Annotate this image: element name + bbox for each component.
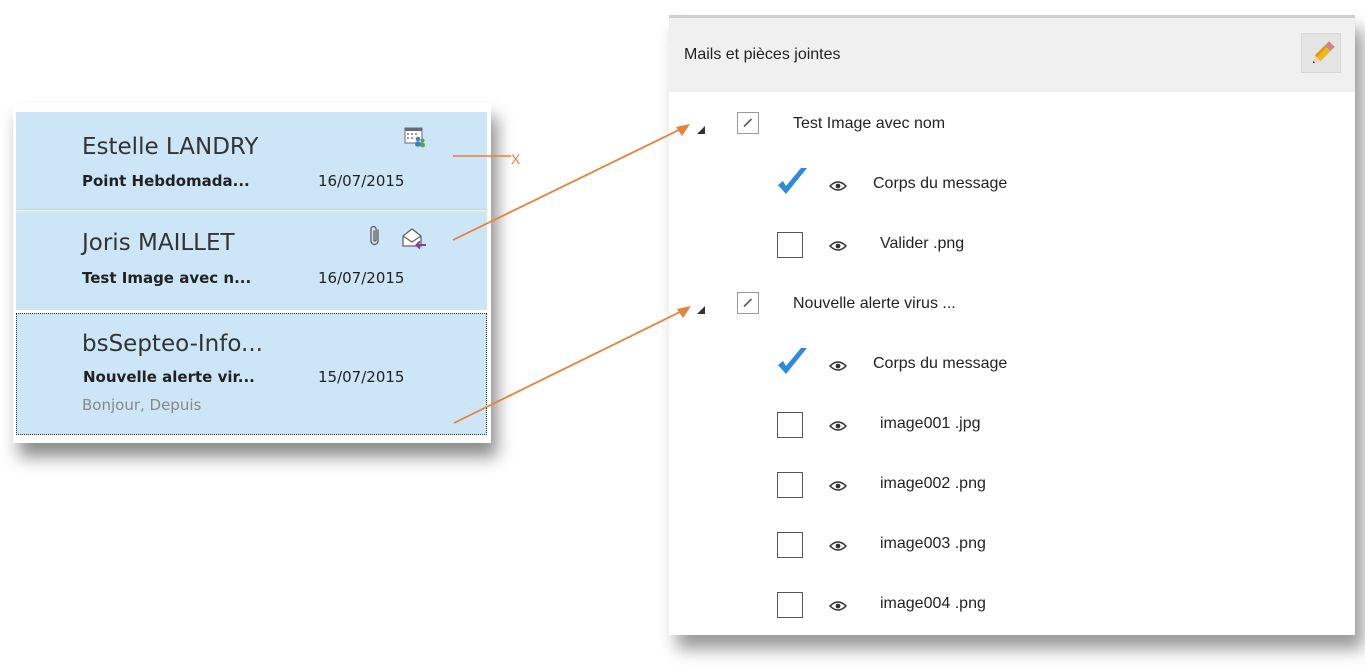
tree-group-1[interactable]: Test Image avec nom [669, 106, 1355, 146]
item-label: Corps du message [873, 355, 1008, 372]
eye-icon[interactable] [828, 477, 848, 496]
group-checkbox[interactable] [737, 292, 759, 314]
eye-icon[interactable] [828, 537, 848, 556]
tree-item[interactable]: image003 .png [669, 526, 1355, 566]
panel-title: Mails et pièces jointes [684, 46, 841, 63]
mail-subject: Point Hebdomada... [82, 172, 250, 190]
mail-date: 16/07/2015 [318, 172, 405, 190]
partial-check-icon [743, 118, 753, 128]
item-label: Valider .png [880, 235, 965, 252]
mail-date: 15/07/2015 [318, 368, 405, 386]
mail-sender: bsSepteo-Info... [82, 331, 263, 357]
tree-group-2[interactable]: Nouvelle alerte virus ... [669, 286, 1355, 326]
eye-icon[interactable] [828, 357, 848, 376]
item-checkbox[interactable] [777, 532, 803, 558]
mail-subject: Test Image avec n... [82, 269, 252, 287]
tree-item[interactable]: image002 .png [669, 466, 1355, 506]
mail-subject: Nouvelle alerte vir... [83, 368, 255, 386]
attachments-header: Mails et pièces jointes [669, 18, 1355, 92]
paperclip-icon [368, 224, 382, 248]
group-label: Test Image avec nom [793, 115, 946, 132]
pencil-icon [1312, 41, 1335, 64]
item-checkbox[interactable] [777, 592, 803, 618]
mail-item-bsepteo[interactable]: bsSepteo-Info... Nouvelle alerte vir... … [16, 313, 487, 435]
annotation-x-label: X [511, 151, 521, 167]
item-label: image003 .png [880, 535, 986, 552]
partial-check-icon [743, 298, 753, 308]
mail-sender: Estelle LANDRY [82, 134, 259, 160]
expand-triangle-icon[interactable] [696, 120, 706, 139]
group-checkbox[interactable] [737, 112, 759, 134]
mail-date: 16/07/2015 [318, 269, 405, 287]
tree-item[interactable]: Corps du message [669, 166, 1355, 206]
item-checkbox[interactable] [777, 472, 803, 498]
tree-item[interactable]: Valider .png [669, 226, 1355, 266]
eye-icon[interactable] [828, 177, 848, 196]
item-label: image004 .png [880, 595, 986, 612]
mail-item-estelle[interactable]: Estelle LANDRY Point Hebdomada... 16/07/… [16, 112, 487, 210]
checked-checkbox-icon[interactable] [773, 342, 813, 386]
group-label: Nouvelle alerte virus ... [793, 295, 956, 312]
eye-icon[interactable] [828, 597, 848, 616]
item-label: image001 .jpg [880, 415, 981, 432]
item-checkbox[interactable] [777, 232, 803, 258]
mail-list-panel: Estelle LANDRY Point Hebdomada... 16/07/… [13, 103, 491, 443]
tree-item[interactable]: image001 .jpg [669, 406, 1355, 446]
item-label: Corps du message [873, 175, 1008, 192]
eye-icon[interactable] [828, 417, 848, 436]
attachments-panel: Mails et pièces jointes Test Image avec … [669, 15, 1355, 635]
eye-icon[interactable] [828, 237, 848, 256]
mail-item-joris[interactable]: Joris MAILLET Test Image avec n... 16/07… [16, 211, 487, 310]
checked-checkbox-icon[interactable] [773, 162, 813, 206]
calendar-people-icon [404, 126, 426, 148]
mail-sender: Joris MAILLET [82, 230, 235, 256]
edit-button[interactable] [1301, 33, 1341, 73]
tree-item[interactable]: Corps du message [669, 346, 1355, 386]
mail-preview: Bonjour, Depuis [82, 396, 202, 414]
item-checkbox[interactable] [777, 412, 803, 438]
item-label: image002 .png [880, 475, 986, 492]
expand-triangle-icon[interactable] [696, 300, 706, 319]
envelope-arrow-icon [401, 226, 427, 250]
tree-item[interactable]: image004 .png [669, 586, 1355, 626]
